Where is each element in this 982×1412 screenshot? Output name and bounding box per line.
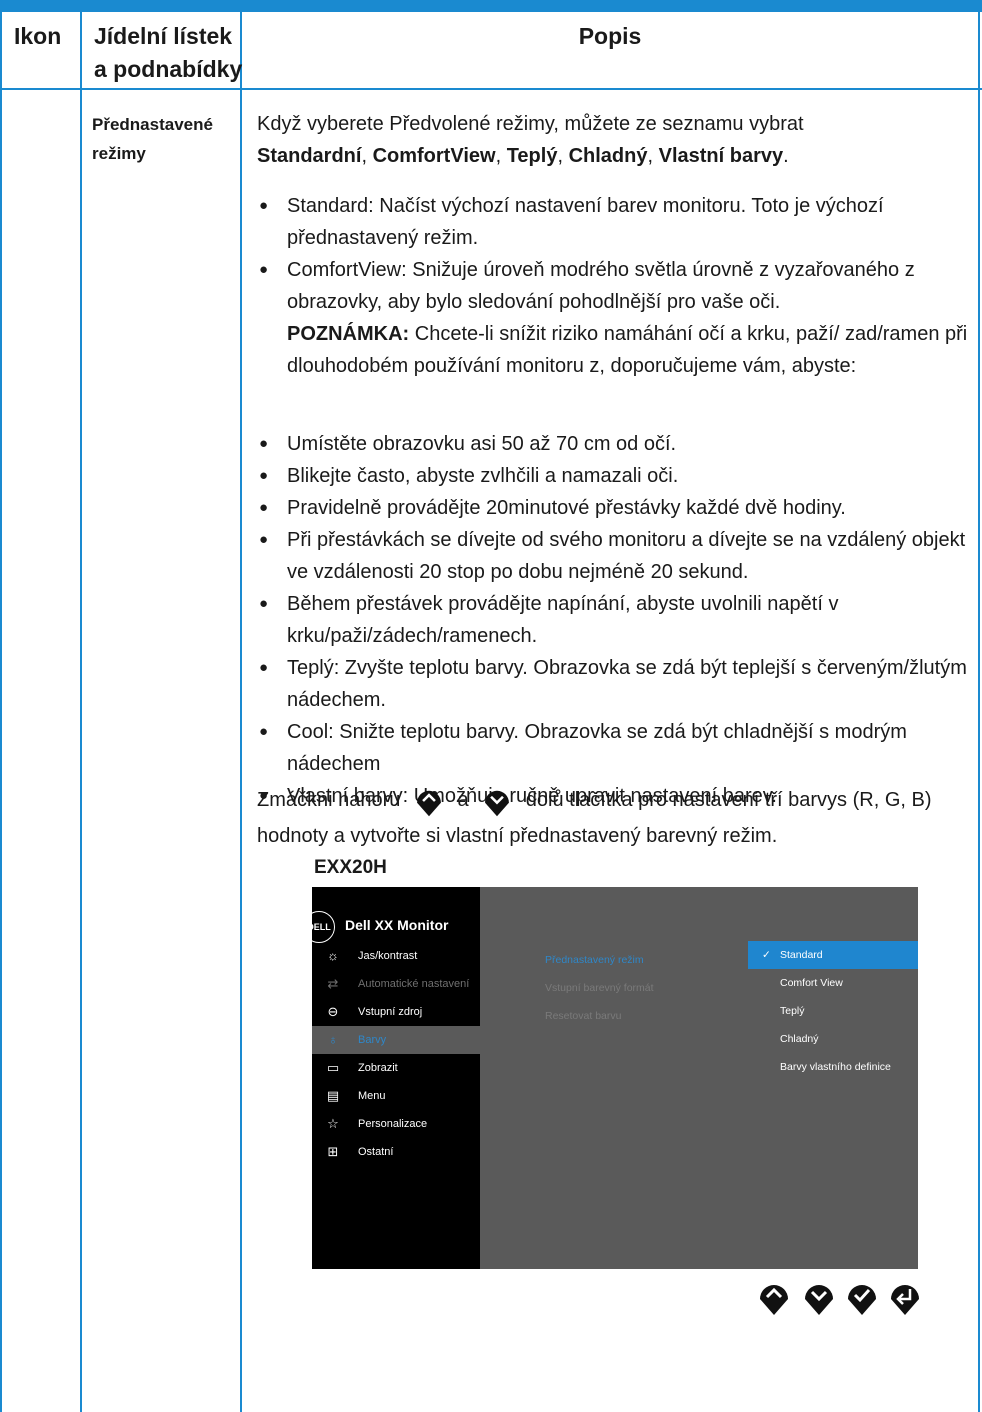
list-item: ComfortView: Snižuje úroveň modrého svět… (257, 254, 977, 382)
osd-menu-label: Automatické nastavení (358, 978, 470, 990)
osd-menu-item[interactable]: ⇄ Automatické nastavení (312, 970, 480, 998)
header-menu-line2: a podnabídky (94, 56, 243, 82)
menu-name-line1: Přednastavené (92, 115, 213, 134)
star-icon: ☆ (327, 1116, 339, 1131)
osd-option[interactable]: Barvy vlastního definice (748, 1053, 918, 1081)
note: POZNÁMKA: Chcete-li snížit riziko namáhá… (287, 318, 977, 382)
osd-menu-label: Personalizace (358, 1118, 428, 1130)
intro-text: Když vyberete Předvolené režimy, můžete … (257, 113, 804, 135)
list-item: Pravidelně provádějte 20minutové přestáv… (257, 492, 977, 524)
auto-adjust-icon: ⇄ (327, 976, 339, 991)
osd-submenu-item[interactable]: Resetovat barvu (545, 1010, 621, 1022)
osd-menu-label: Menu (358, 1090, 386, 1102)
press-instruction: Zmáčkni nahoru a dolů tlačítka pro nasta… (257, 782, 977, 854)
header-menu-line1: Jídelní lístek (94, 23, 233, 49)
display-icon: ▭ (326, 1060, 340, 1075)
osd-menu-item[interactable]: ⊞ Ostatní (312, 1138, 480, 1166)
press-text-2: a (457, 789, 469, 811)
header-menu-col: Jídelní lístek a podnabídky (94, 20, 242, 86)
back-button[interactable] (888, 1277, 922, 1317)
osd-option-label: Chladný (780, 1033, 819, 1045)
description-intro: Když vyberete Předvolené režimy, můžete … (257, 108, 977, 172)
list-item: Cool: Snižte teplotu barvy. Obrazovka se… (257, 716, 977, 780)
osd-menu-label: Ostatní (358, 1146, 394, 1158)
table-border-left (0, 12, 2, 1412)
osd-title: Dell XX Monitor (345, 917, 449, 933)
others-icon: ⊞ (327, 1144, 339, 1159)
input-source-icon: ⊖ (327, 1004, 339, 1019)
osd-option[interactable]: Chladný (748, 1025, 918, 1053)
option-standard: Standardní (257, 145, 362, 167)
osd-menu-label: Zobrazit (358, 1062, 398, 1074)
osd-option-label: Teplý (780, 1005, 805, 1017)
note-label: POZNÁMKA: (287, 323, 410, 345)
osd-option-label: Comfort View (780, 977, 843, 989)
list-item: Během přestávek provádějte napínání, aby… (257, 588, 977, 652)
list-item: Standard: Načíst výchozí nastavení barev… (257, 190, 977, 254)
osd-option-label: Standard (780, 949, 823, 961)
osd-menu-label: Jas/kontrast (358, 950, 418, 962)
option-cool: Chladný (568, 145, 648, 167)
list-item: Blikejte často, abyste zvlhčili a namaza… (257, 460, 977, 492)
table-border-right (978, 12, 980, 1412)
down-button[interactable] (802, 1277, 836, 1317)
osd-option[interactable]: Comfort View (748, 969, 918, 997)
osd-option[interactable]: Teplý (748, 997, 918, 1025)
table-divider-icon-col (80, 12, 82, 1412)
model-label: EXX20H (314, 857, 387, 878)
bullet-list-bottom: Umístěte obrazovku asi 50 až 70 cm od oč… (257, 428, 977, 812)
osd-submenu-item[interactable]: Přednastavený režim (545, 954, 644, 966)
table-header-divider (0, 88, 982, 90)
chevron-down-icon (485, 790, 510, 817)
osd-menu-item[interactable]: ⊖ Vstupní zdroj (312, 998, 480, 1026)
brightness-icon: ☼ (327, 948, 339, 963)
option-comfortview: ComfortView (372, 145, 496, 167)
header-description-col: Popis (578, 23, 642, 49)
bullet-list-top: Standard: Načíst výchozí nastavení barev… (257, 190, 977, 382)
table-divider-menu-col (240, 12, 242, 1412)
option-custom: Vlastní barvy (658, 145, 784, 167)
menu-name: Přednastavené režimy (92, 110, 232, 168)
up-button[interactable] (757, 1277, 791, 1317)
check-icon: ✓ (762, 949, 771, 961)
comfortview-text: ComfortView: Snižuje úroveň modrého svět… (287, 259, 915, 313)
menu-name-line2: režimy (92, 144, 146, 163)
option-warm: Teplý (506, 145, 558, 167)
osd-menu-label: Vstupní zdroj (358, 1006, 423, 1018)
press-text-1: Zmáčkni nahoru (257, 789, 401, 811)
list-item: Při přestávkách se dívejte od svého moni… (257, 524, 977, 588)
color-icon: ♁ (328, 1032, 338, 1047)
table-top-border (0, 0, 982, 12)
osd-menu-item[interactable]: ▤ Menu (312, 1082, 480, 1110)
dell-logo: DELL (303, 911, 335, 943)
menu-icon: ▤ (326, 1088, 340, 1103)
osd-menu-item[interactable]: ♁ Barvy (312, 1026, 480, 1054)
osd-menu-item[interactable]: ▭ Zobrazit (312, 1054, 480, 1082)
list-item: Teplý: Zvyšte teplotu barvy. Obrazovka s… (257, 652, 977, 716)
osd-menu-item[interactable]: ☼ Jas/kontrast (312, 942, 480, 970)
ok-button[interactable] (845, 1277, 879, 1317)
osd-menu-item[interactable]: ☆ Personalizace (312, 1110, 480, 1138)
osd-submenu-item[interactable]: Vstupní barevný formát (545, 982, 654, 994)
intro-options: Standardní, ComfortView, Teplý, Chladný,… (257, 145, 789, 167)
osd-option-label: Barvy vlastního definice (780, 1061, 891, 1073)
osd-option[interactable]: ✓ Standard (748, 941, 918, 969)
list-item: Umístěte obrazovku asi 50 až 70 cm od oč… (257, 428, 977, 460)
header-icon-col: Ikon (14, 23, 62, 49)
chevron-up-icon (417, 790, 441, 817)
osd-menu-label: Barvy (358, 1034, 387, 1046)
